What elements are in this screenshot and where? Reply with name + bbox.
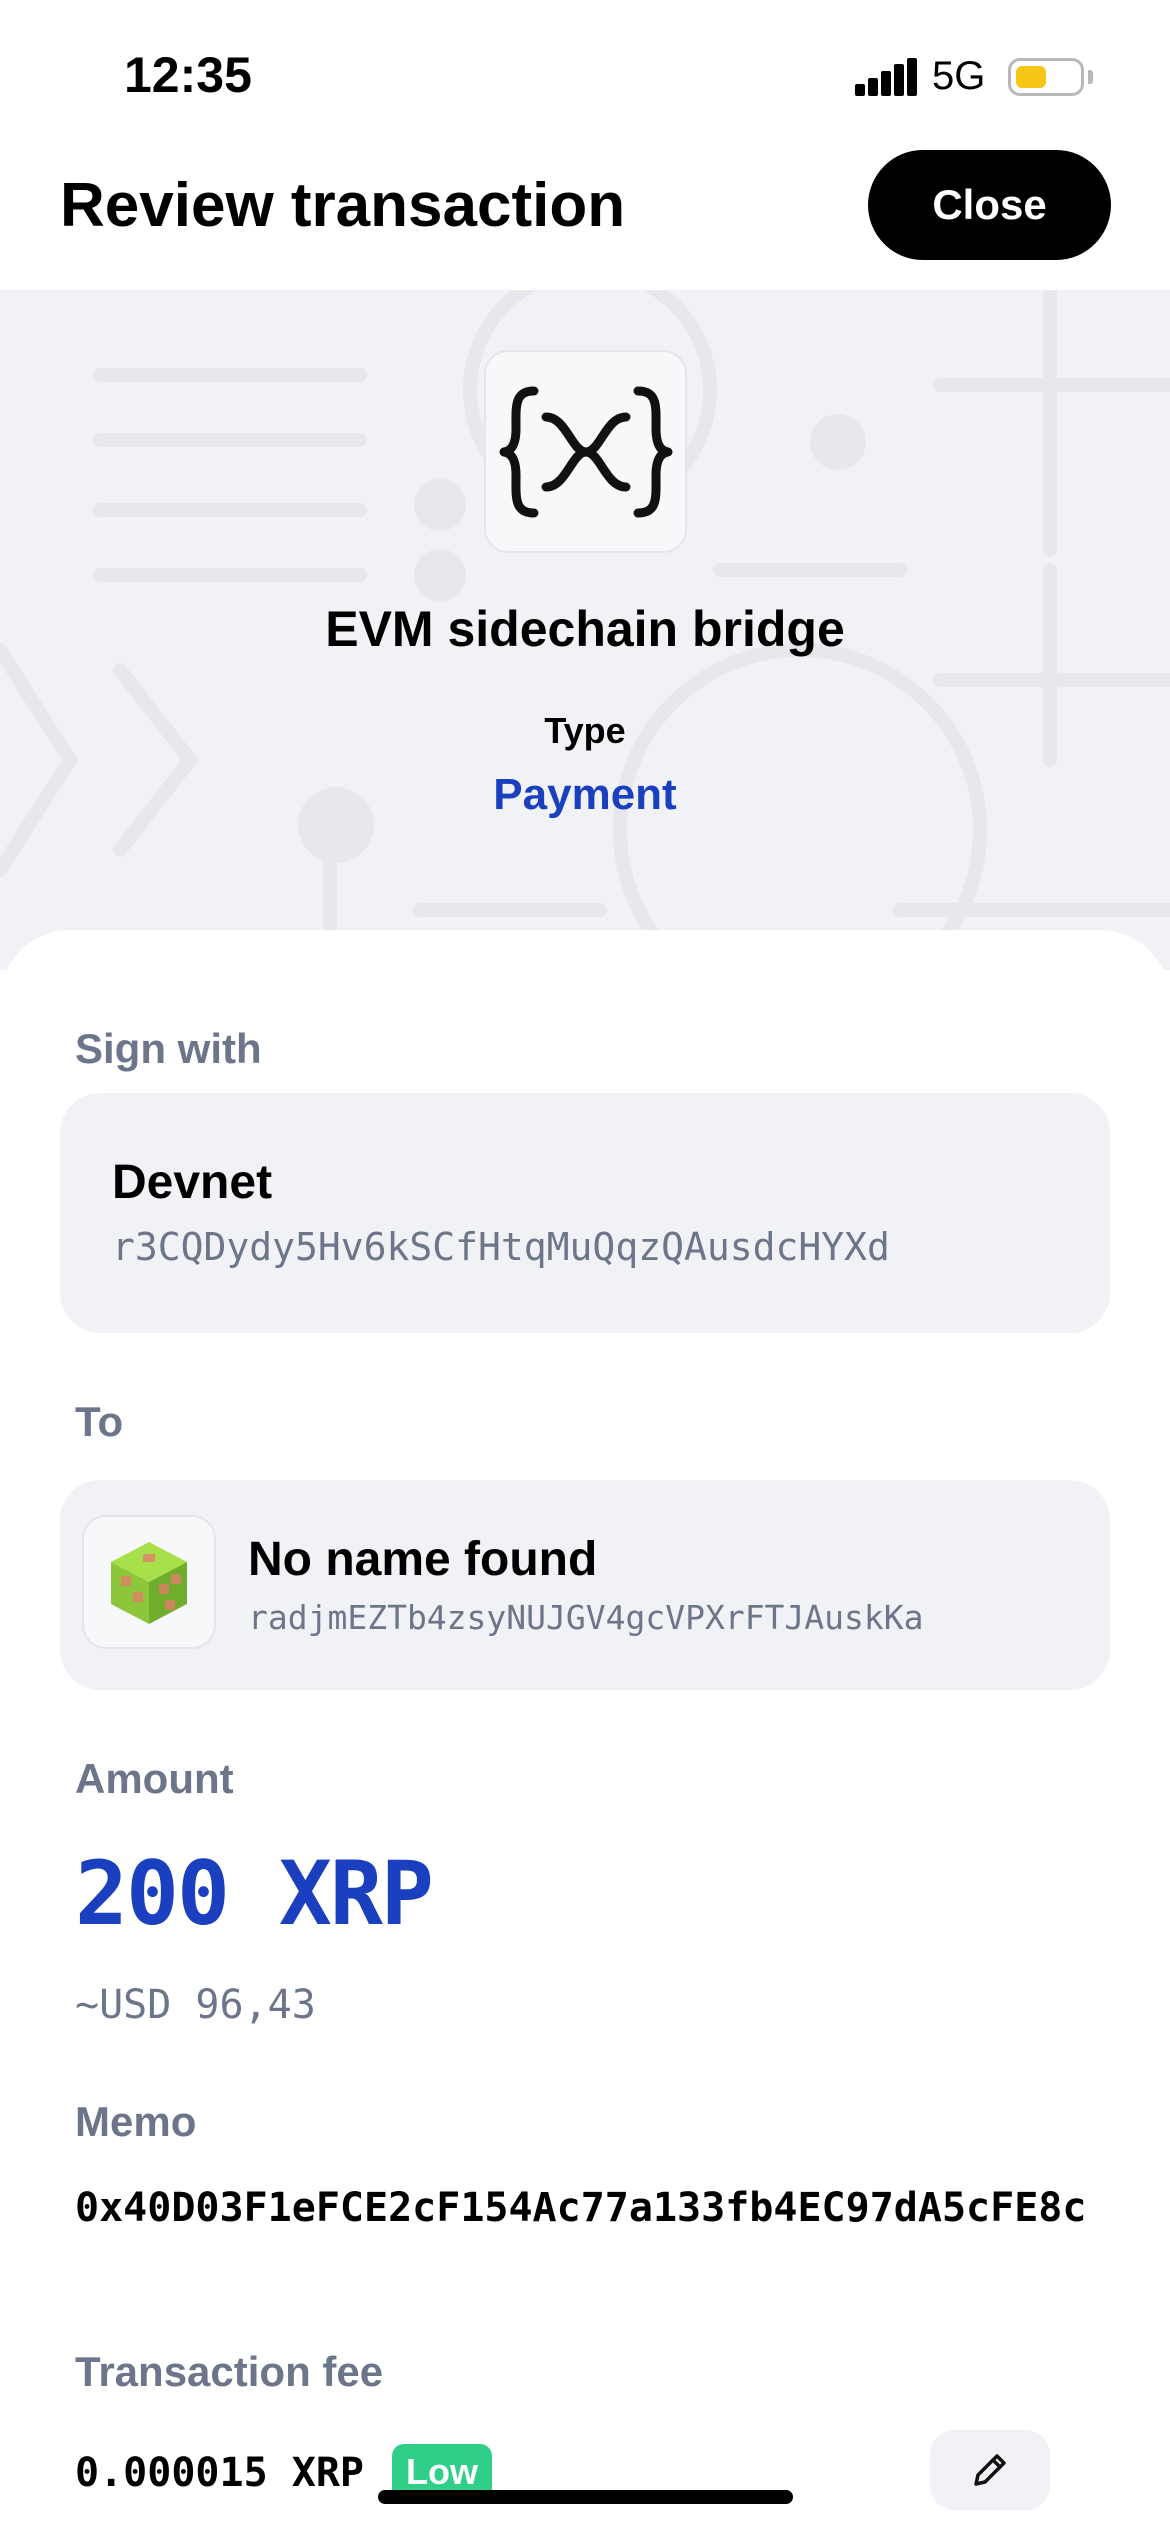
fee-value: 0.000015 XRP [75, 2450, 364, 2496]
status-bar: 12:35 5G [0, 0, 1170, 150]
fiat-value: ~USD 96,43 [75, 1982, 316, 2028]
battery-tip [1088, 70, 1093, 84]
amount-value: 200 XRP [75, 1842, 434, 1945]
destination-address: radjmEZTb4zsyNUJGV4gcVPXrFTJAuskKa [248, 1598, 924, 1637]
memo-value: 0x40D03F1eFCE2cF154Ac77a133fb4EC97dA5cFE… [75, 2185, 1087, 2231]
status-time: 12:35 [124, 47, 252, 103]
transaction-hero: EVM sidechain bridge Type Payment [0, 290, 1170, 970]
memo-label: Memo [75, 2098, 197, 2145]
page-title: Review transaction [60, 171, 626, 240]
avatar [82, 1515, 216, 1649]
amount-label: Amount [75, 1755, 234, 1802]
home-indicator [378, 2490, 793, 2504]
battery-level [1016, 66, 1046, 88]
type-value: Payment [493, 770, 677, 819]
app-icon [484, 350, 687, 553]
fee-label: Transaction fee [75, 2348, 384, 2395]
pencil-icon [974, 2454, 1006, 2486]
app-name: EVM sidechain bridge [325, 601, 845, 657]
xrpl-evm-bridge-icon [499, 386, 672, 517]
identicon-cube-icon [111, 1542, 187, 1624]
to-label: To [75, 1398, 124, 1445]
edit-fee-button[interactable] [930, 2430, 1050, 2510]
sign-with-label: Sign with [75, 1025, 262, 1072]
account-name: Devnet [112, 1156, 273, 1209]
type-label: Type [544, 710, 626, 751]
network-type: 5G [932, 54, 986, 98]
transaction-details: Sign with Devnet r3CQDydy5Hv6kSCfHtqMuQq… [0, 930, 1170, 2532]
signal-icon [855, 58, 917, 96]
destination-card[interactable]: No name found radjmEZTb4zsyNUJGV4gcVPXrF… [60, 1480, 1110, 1690]
close-button[interactable]: Close [868, 150, 1111, 260]
header: Review transaction Close [0, 150, 1170, 290]
account-address: r3CQDydy5Hv6kSCfHtqMuQqzQAusdcHYXd [112, 1225, 890, 1269]
signer-account-card[interactable]: Devnet r3CQDydy5Hv6kSCfHtqMuQqzQAusdcHYX… [60, 1093, 1110, 1333]
battery-icon [1008, 58, 1084, 96]
destination-name: No name found [248, 1533, 598, 1586]
